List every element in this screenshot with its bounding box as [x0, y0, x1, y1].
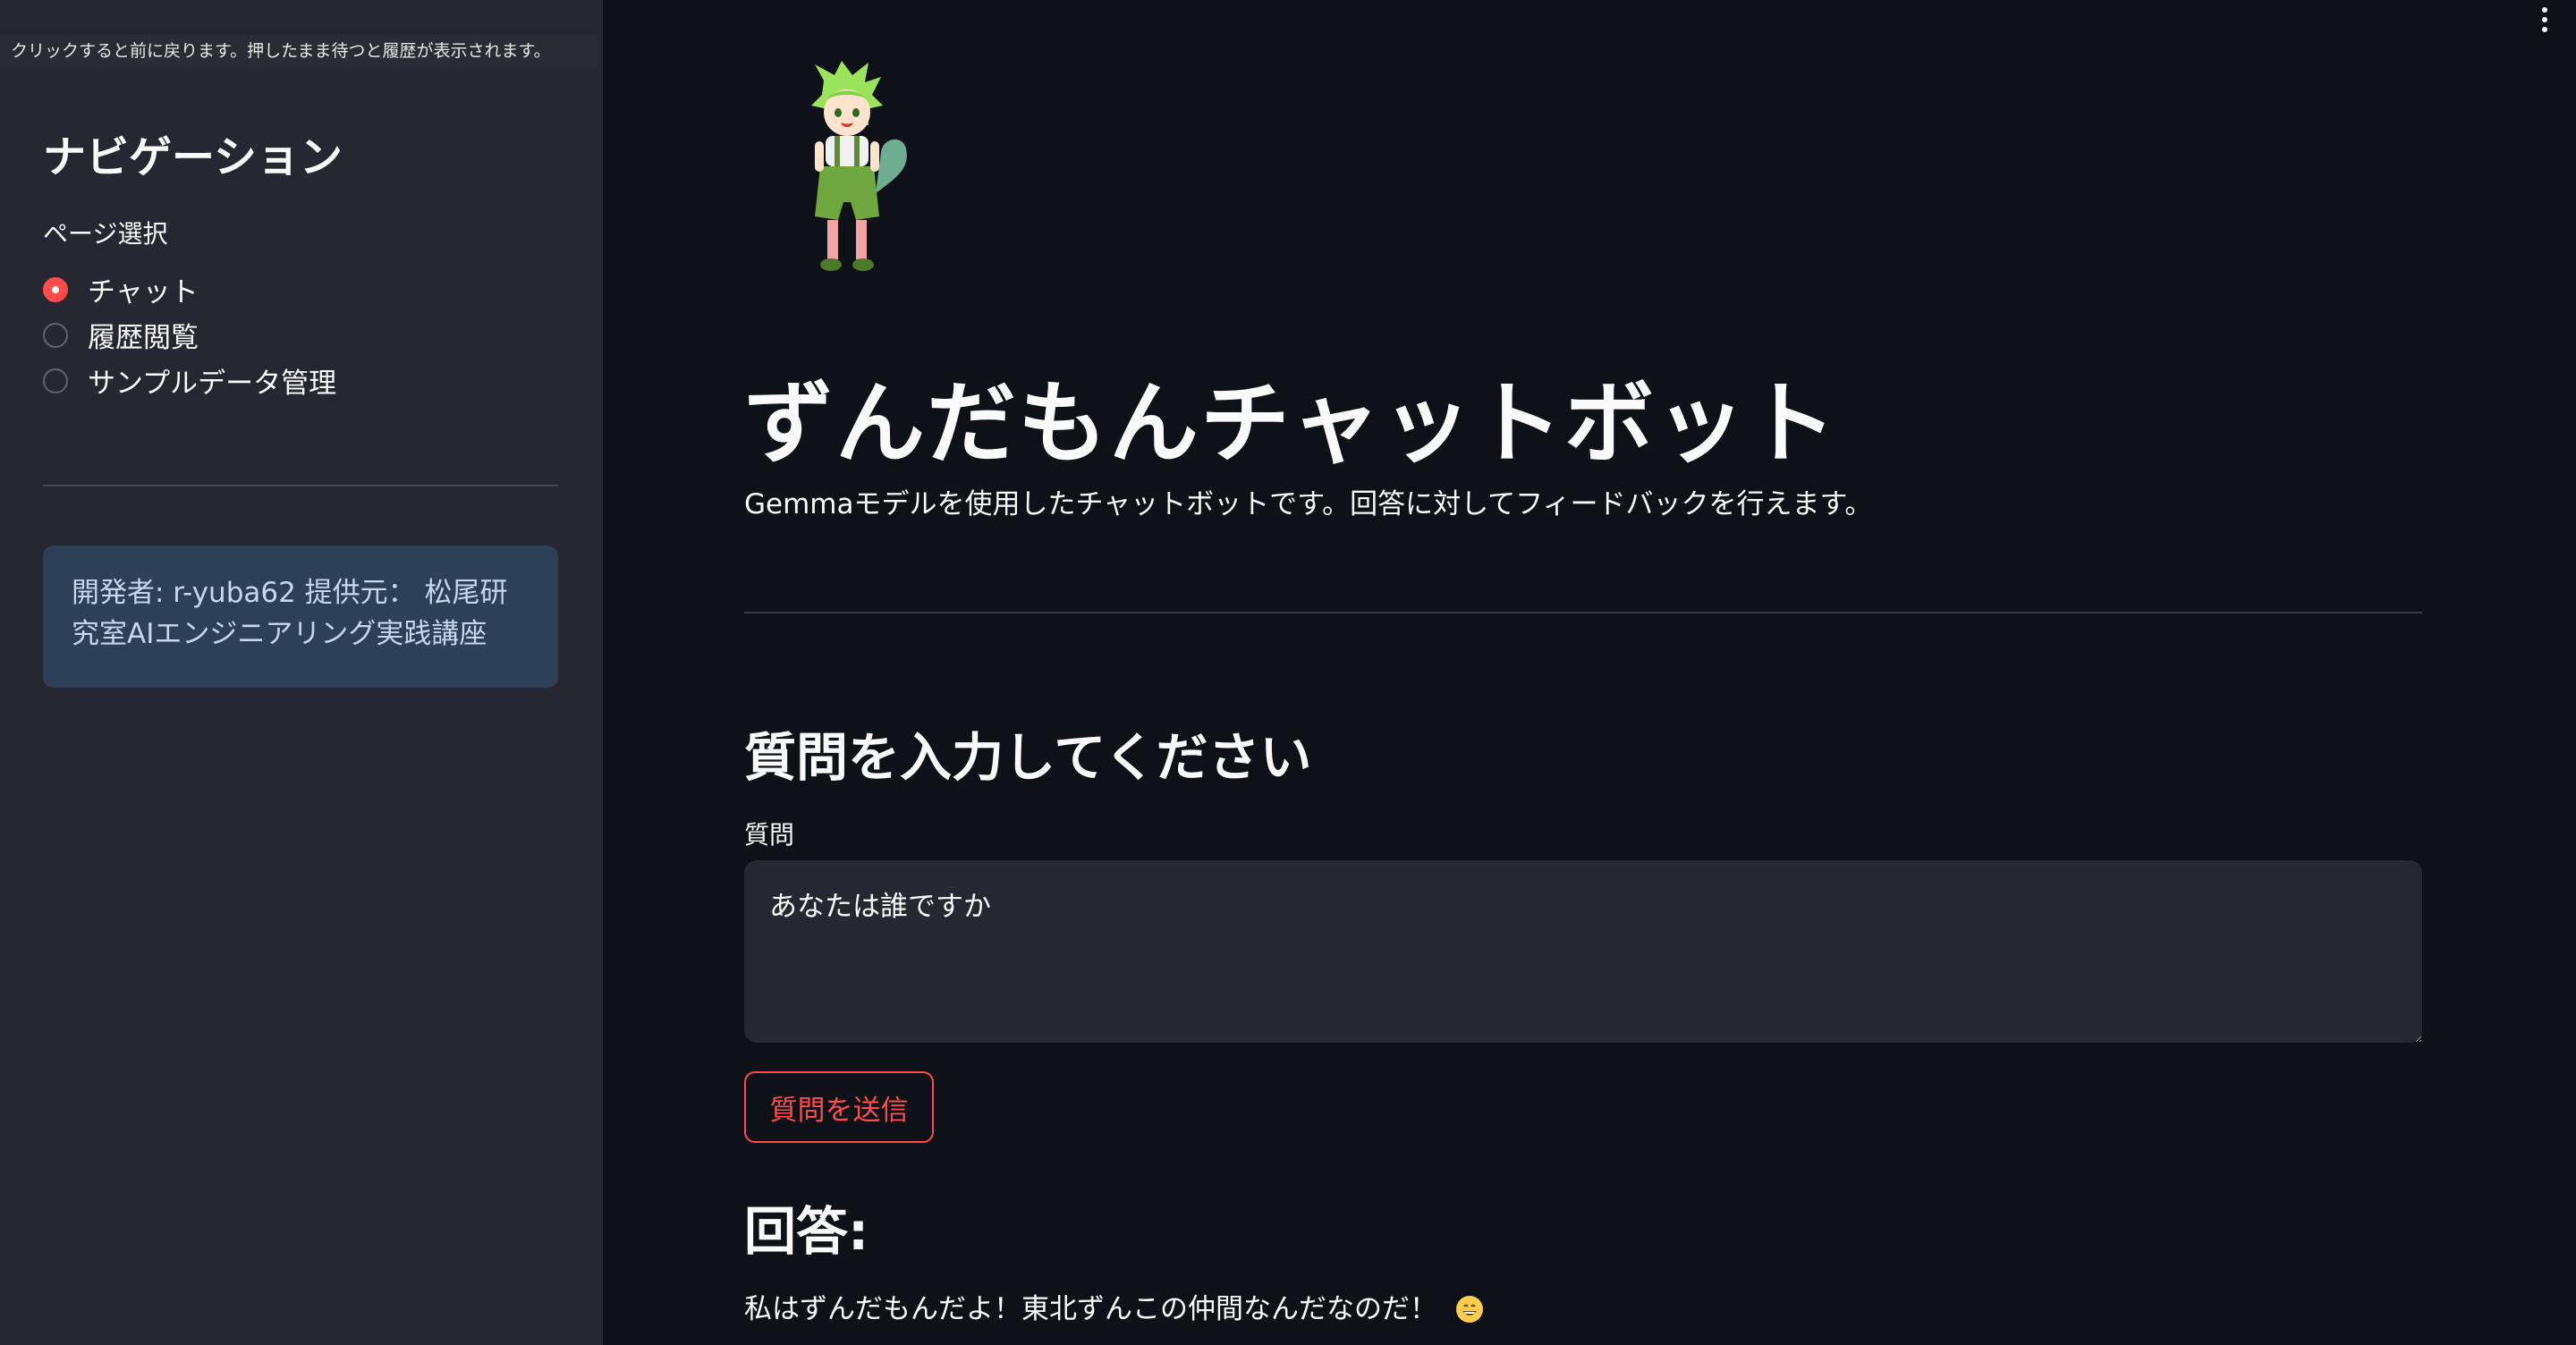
page-subtitle: Gemmaモデルを使用したチャットボットです。回答に対してフィードバックを行えま…: [744, 488, 1873, 520]
radio-option-label: 履歴閲覧: [88, 322, 199, 354]
question-section-title: 質問を入力してください: [744, 727, 1312, 788]
main-divider: [744, 612, 2422, 613]
question-textarea[interactable]: あなたは誰ですか: [744, 860, 2422, 1043]
radio-option-label: チャット: [88, 276, 199, 309]
developer-info-box: 開発者: r-yuba62 提供元： 松尾研究室AIエンジニアリング実践講座: [43, 546, 558, 688]
answer-title: 回答:: [744, 1201, 869, 1262]
answer-text: 私はずんだもんだよ！東北ずんこの仲間なんだなのだ！: [744, 1293, 1437, 1325]
question-field-label: 質問: [744, 820, 795, 850]
radio-unselected-icon[interactable]: [43, 322, 68, 348]
main-content: ずんだもんチャットボット Gemmaモデルを使用したチャットボットです。回答に対…: [603, 0, 2576, 1345]
sidebar: ナビゲーション ページ選択 チャット 履歴閲覧 サンプルデータ管理 開発者: r…: [0, 0, 603, 1345]
radio-unselected-icon[interactable]: [43, 368, 68, 393]
grinning-face-icon: [1455, 1296, 1483, 1323]
radio-option-history[interactable]: 履歴閲覧: [43, 312, 336, 358]
radio-selected-icon[interactable]: [43, 276, 68, 302]
kebab-dot-icon: [2542, 27, 2547, 32]
back-button-tooltip: クリックすると前に戻ります。押したまま待つと履歴が表示されます。: [0, 35, 597, 68]
main-menu-button[interactable]: [2531, 4, 2558, 36]
character-avatar-icon: [811, 61, 907, 271]
answer-block: 私はずんだもんだよ！東北ずんこの仲間なんだなのだ！: [744, 1286, 1484, 1326]
sidebar-divider: [43, 485, 558, 486]
radio-option-sample-data[interactable]: サンプルデータ管理: [43, 358, 336, 403]
page-select-label: ページ選択: [43, 219, 168, 249]
page-title: ずんだもんチャットボット: [744, 371, 1838, 476]
sidebar-title: ナビゲーション: [43, 132, 343, 182]
radio-option-label: サンプルデータ管理: [88, 368, 337, 400]
kebab-dot-icon: [2542, 7, 2547, 13]
submit-question-button[interactable]: 質問を送信: [744, 1071, 934, 1143]
radio-option-chat[interactable]: チャット: [43, 266, 336, 312]
kebab-dot-icon: [2542, 17, 2547, 22]
page-select-radio-group: チャット 履歴閲覧 サンプルデータ管理: [43, 266, 336, 403]
